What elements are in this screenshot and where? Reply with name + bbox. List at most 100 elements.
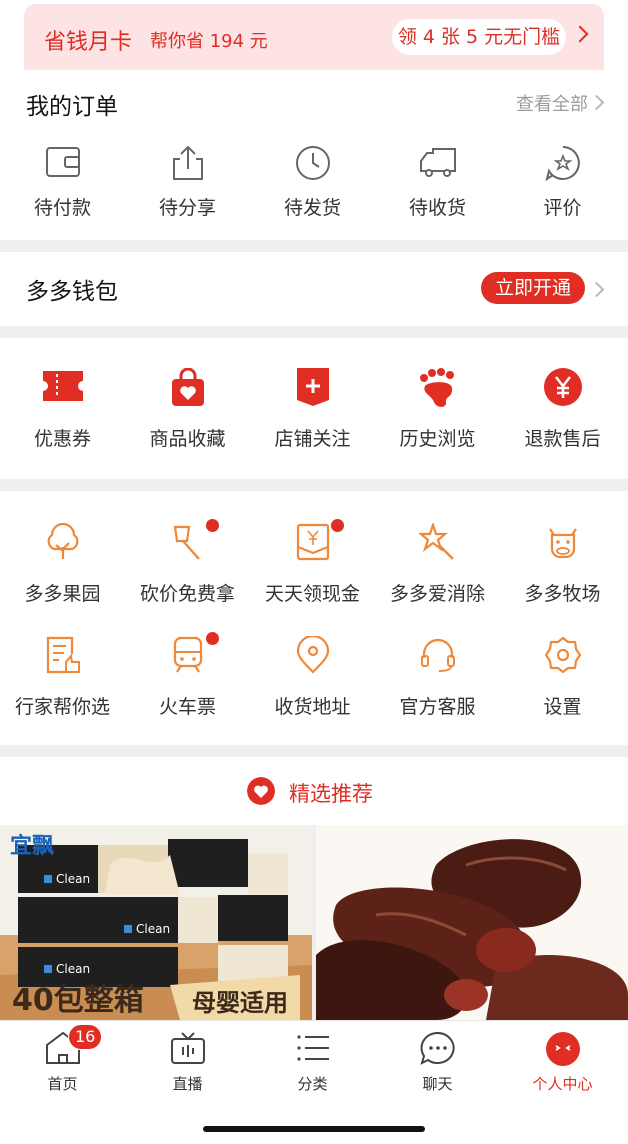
pack-count-banner: 40包整箱 (12, 983, 144, 1018)
tool-train-tickets[interactable]: 火车票 (125, 632, 250, 724)
pack-brand-text: Clean (56, 962, 90, 976)
order-item-label: 评价 (543, 197, 582, 219)
tool-customer-service[interactable]: 官方客服 (375, 634, 500, 724)
banner-title: 省钱月卡 (44, 30, 133, 55)
chevron-right-icon (588, 281, 605, 298)
tool-item-label: 多多果园 (24, 583, 101, 605)
quick-history[interactable]: 历史浏览 (375, 368, 500, 458)
tab-live[interactable]: 直播 (125, 1021, 250, 1111)
quick-favorites[interactable]: 商品收藏 (125, 368, 250, 458)
location-pin-icon (296, 636, 329, 674)
tool-daily-cash[interactable]: 天天领现金 (250, 519, 375, 611)
tool-ranch[interactable]: 多多牧场 (500, 521, 625, 611)
expert-picks-icon (46, 636, 80, 674)
coupon-icon (42, 371, 83, 401)
order-item-label: 待收货 (408, 197, 466, 219)
product-card-sausage[interactable] (316, 825, 628, 1020)
tool-item-label: 行家帮你选 (14, 696, 110, 718)
tab-chat[interactable]: 聊天 (375, 1021, 500, 1111)
open-wallet-button[interactable]: 立即开通 (481, 272, 585, 304)
chevron-right-icon (588, 94, 605, 111)
cow-icon (548, 528, 577, 559)
tab-home[interactable]: 16 首页 (0, 1021, 125, 1111)
tool-item-label: 多多牧场 (524, 583, 601, 605)
category-list-icon (296, 1035, 329, 1061)
chevron-right-icon (571, 25, 589, 43)
product-tag: 母婴适用 (192, 989, 288, 1017)
clock-icon (295, 146, 330, 180)
notification-dot (331, 519, 344, 532)
order-item-label: 待分享 (158, 197, 216, 219)
store-follow-icon (296, 368, 329, 406)
quick-refund[interactable]: 退款售后 (500, 368, 625, 458)
order-pending-payment[interactable]: 待付款 (0, 145, 125, 225)
pack-brand-text: Clean (136, 922, 170, 936)
notification-dot (206, 519, 219, 532)
tool-bargain[interactable]: 砍价免费拿 (125, 519, 250, 611)
quick-item-label: 优惠券 (33, 428, 91, 450)
refund-yen-icon (543, 368, 582, 406)
wallet-title: 多多钱包 (26, 279, 118, 305)
recommend-title: 精选推荐 (289, 782, 373, 806)
share-icon (172, 145, 203, 180)
footprint-icon (419, 368, 454, 407)
tab-label: 首页 (47, 1075, 78, 1093)
tools-section: 多多果园 砍价免费拿 天天领现金 多多爱消除 多多牧场 行家帮你选 火车票 收货… (0, 491, 628, 745)
tab-label: 个人中心 (532, 1075, 593, 1093)
orders-title: 我的订单 (26, 94, 118, 120)
heart-badge-icon (247, 777, 275, 805)
truck-icon (419, 148, 456, 177)
profile-face-icon (545, 1032, 580, 1066)
quick-coupons[interactable]: 优惠券 (0, 368, 125, 458)
home-indicator (203, 1126, 425, 1132)
view-all-orders-link[interactable]: 查看全部 (516, 90, 588, 116)
promo-banner-area: 省钱月卡 帮你省 194 元 领 4 张 5 元无门槛 (0, 0, 628, 70)
order-pending-share[interactable]: 待分享 (125, 145, 250, 225)
tool-item-label: 火车票 (158, 696, 216, 718)
product-card-tissue[interactable]: Clean Clean Clean 宜飘 40包整箱 母婴适用 (0, 825, 312, 1020)
product-image-sausage (316, 825, 628, 1020)
tab-label: 分类 (297, 1075, 328, 1093)
settings-gear-icon (544, 636, 581, 674)
notification-dot (206, 632, 219, 645)
banner-subtitle: 帮你省 194 元 (150, 31, 268, 52)
train-icon (173, 636, 202, 673)
tab-label: 聊天 (422, 1075, 453, 1093)
pack-brand-text: Clean (56, 872, 90, 886)
quick-actions-section: 优惠券 商品收藏 店铺关注 历史浏览 退款售后 (0, 338, 628, 479)
tool-address[interactable]: 收货地址 (250, 634, 375, 724)
my-orders-section: 我的订单 查看全部 待付款 待分享 待发货 待收货 评价 (0, 70, 628, 240)
quick-item-label: 退款售后 (524, 428, 601, 450)
order-item-label: 待发货 (283, 197, 341, 219)
tool-match-game[interactable]: 多多爱消除 (375, 521, 500, 611)
tool-item-label: 砍价免费拿 (139, 583, 235, 605)
quick-item-label: 商品收藏 (149, 428, 226, 450)
tool-item-label: 多多爱消除 (389, 583, 485, 605)
order-pending-receive[interactable]: 待收货 (375, 145, 500, 225)
axe-icon (173, 525, 200, 560)
tv-live-icon (170, 1032, 205, 1064)
tab-profile[interactable]: 个人中心 (500, 1021, 625, 1111)
quick-store-follow[interactable]: 店铺关注 (250, 368, 375, 458)
headset-icon (420, 638, 455, 672)
tool-expert-picks[interactable]: 行家帮你选 (0, 634, 125, 724)
quick-item-label: 店铺关注 (274, 428, 351, 450)
tool-settings[interactable]: 设置 (500, 634, 625, 724)
tool-item-label: 官方客服 (399, 696, 476, 718)
wallet-icon (45, 147, 80, 177)
review-star-icon (544, 146, 580, 181)
wallet-section[interactable]: 多多钱包 立即开通 (0, 252, 628, 326)
savings-card-banner[interactable]: 省钱月卡 帮你省 194 元 领 4 张 5 元无门槛 (24, 4, 604, 70)
tool-orchard[interactable]: 多多果园 (0, 521, 125, 611)
star-wand-icon (418, 523, 454, 560)
home-badge: 16 (68, 1024, 103, 1050)
tool-item-label: 设置 (543, 696, 582, 718)
tool-item-label: 天天领现金 (264, 583, 360, 605)
order-pending-ship[interactable]: 待发货 (250, 145, 375, 225)
tab-category[interactable]: 分类 (250, 1021, 375, 1111)
chat-bubble-icon (419, 1031, 455, 1065)
order-item-label: 待付款 (33, 197, 91, 219)
tab-label: 直播 (172, 1075, 203, 1093)
banner-cta[interactable]: 领 4 张 5 元无门槛 (392, 19, 566, 55)
order-review[interactable]: 评价 (500, 145, 625, 225)
